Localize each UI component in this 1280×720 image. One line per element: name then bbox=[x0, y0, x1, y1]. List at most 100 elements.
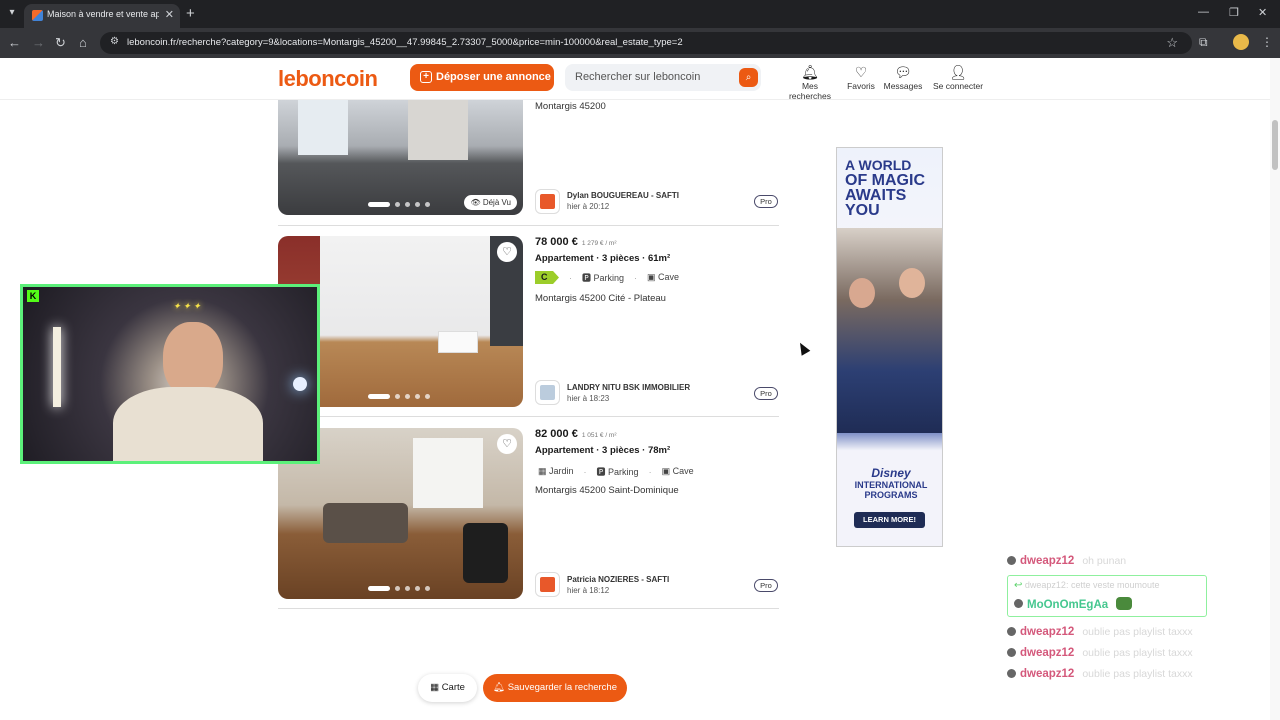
chat-reply-context: ↩ dweapz12: cette veste moumoute bbox=[1014, 580, 1160, 591]
extensions-icon[interactable]: ⧉ bbox=[1199, 35, 1208, 50]
parking-tag: 🅿︎ Parking bbox=[582, 273, 625, 283]
chat-badge-icon bbox=[1007, 556, 1016, 565]
nav-messages[interactable]: 💬︎ Messages bbox=[883, 63, 923, 91]
seller-name[interactable]: LANDRY NITU BSK IMMOBILIER bbox=[567, 383, 690, 392]
bell-icon: 🔔︎ bbox=[492, 682, 506, 693]
profile-avatar[interactable] bbox=[1233, 34, 1249, 50]
listing-price: 78 000 €1 279 € / m² bbox=[535, 236, 617, 248]
restore-icon[interactable]: ❐ bbox=[1229, 6, 1239, 19]
pro-badge: Pro bbox=[754, 387, 778, 400]
listing-location: Montargis 45200 Cité - Plateau bbox=[535, 293, 666, 304]
seller-logo bbox=[535, 572, 560, 597]
cellar-tag: ▣ Cave bbox=[647, 272, 680, 282]
listing-title[interactable]: Appartement · 3 pièces · 61m² bbox=[535, 253, 670, 264]
favorite-heart-icon[interactable]: ♡ bbox=[497, 434, 517, 454]
cellar-tag: ▣ Cave bbox=[661, 466, 694, 476]
site-info-icon[interactable]: ⚙ bbox=[110, 36, 119, 47]
heart-icon: ♡ bbox=[854, 64, 868, 80]
ad-learn-more-button[interactable]: LEARN MORE! bbox=[854, 512, 925, 528]
search-input[interactable]: Rechercher sur leboncoin ⌕ bbox=[565, 64, 761, 91]
leboncoin-logo[interactable]: leboncoin bbox=[278, 66, 378, 92]
seen-badge: 👁︎ Déjà Vu bbox=[464, 195, 517, 210]
browser-tab[interactable]: Maison à vendre et vente appa ✕ bbox=[24, 4, 180, 28]
browser-toolbar: ← → ↻ ⌂ ⚙ leboncoin.fr/recherche?categor… bbox=[0, 28, 1280, 58]
new-tab-icon[interactable]: + bbox=[186, 5, 195, 22]
window-light bbox=[298, 100, 348, 155]
post-ad-button[interactable]: + Déposer une annonce bbox=[410, 64, 554, 91]
listing-date: hier à 18:23 bbox=[567, 394, 610, 403]
bookmark-star-icon[interactable]: ☆ bbox=[1166, 35, 1178, 51]
lamp bbox=[293, 377, 307, 391]
person-face bbox=[899, 268, 925, 298]
save-search-label: Sauvegarder la recherche bbox=[507, 682, 618, 693]
garden-tag: ▦ Jardin bbox=[538, 466, 574, 476]
pro-badge: Pro bbox=[754, 195, 778, 208]
chat-message: dweapz12 oublie pas playlist taxxx bbox=[1007, 626, 1193, 638]
listing-location: Montargis 45200 bbox=[535, 101, 606, 112]
window-light bbox=[413, 438, 483, 508]
mouse-cursor-icon bbox=[795, 340, 811, 356]
favorite-heart-icon[interactable]: ♡ bbox=[497, 242, 517, 262]
nav-saved-searches[interactable]: 🔔︎ Mes recherches bbox=[781, 63, 839, 101]
energy-class: C bbox=[535, 271, 559, 284]
kitchen-area bbox=[408, 100, 468, 160]
more-menu-icon[interactable]: ⋮ bbox=[1261, 35, 1273, 49]
radiator bbox=[438, 331, 478, 353]
close-tab-icon[interactable]: ✕ bbox=[165, 8, 174, 21]
nav-login[interactable]: 👤︎ Se connecter bbox=[932, 63, 984, 91]
ad-brand: Disney INTERNATIONAL PROGRAMS bbox=[854, 466, 928, 500]
person-face bbox=[849, 278, 875, 308]
home-icon[interactable]: ⌂ bbox=[79, 35, 87, 50]
seller-name[interactable]: Patricia NOZIERES - SAFTI bbox=[567, 575, 669, 584]
ad-headline: A WORLD OF MAGIC AWAITS YOU bbox=[845, 157, 925, 219]
scrollbar-thumb[interactable] bbox=[1272, 120, 1278, 170]
listing-divider bbox=[278, 608, 779, 609]
neon-sign: ✦ ✦ ✦ bbox=[173, 301, 201, 311]
armchair bbox=[463, 523, 508, 583]
tab-list-icon[interactable]: ▾ bbox=[4, 5, 20, 21]
minimize-icon[interactable]: — bbox=[1198, 6, 1209, 18]
address-bar[interactable]: ⚙ leboncoin.fr/recherche?category=9&loca… bbox=[100, 32, 1192, 54]
nav-label: Se connecter bbox=[932, 81, 984, 91]
browser-tab-bar: ▾ Maison à vendre et vente appa ✕ + — ❐ … bbox=[0, 0, 1280, 28]
map-icon: ▦ bbox=[430, 682, 440, 693]
chat-badge-icon bbox=[1007, 648, 1016, 657]
listing-title[interactable]: Appartement · 3 pièces · 78m² bbox=[535, 445, 670, 456]
page-scrollbar[interactable] bbox=[1270, 58, 1280, 720]
listing-divider bbox=[278, 225, 779, 226]
seller-name[interactable]: Dylan BOUGUEREAU - SAFTI bbox=[567, 191, 679, 200]
favicon-icon bbox=[32, 10, 43, 21]
site-header: leboncoin + Déposer une annonce Recherch… bbox=[0, 58, 1270, 101]
reload-icon[interactable]: ↻ bbox=[55, 35, 66, 51]
nav-label: Mes recherches bbox=[788, 81, 832, 101]
search-placeholder: Rechercher sur leboncoin bbox=[575, 71, 701, 83]
chat-message: dweapz12 oublie pas playlist taxxx bbox=[1007, 647, 1193, 659]
streamer-head bbox=[163, 322, 223, 397]
streamer-webcam: K ✦ ✦ ✦ bbox=[20, 284, 320, 464]
light-bar bbox=[53, 327, 61, 407]
plus-icon: + bbox=[420, 71, 432, 83]
listing-price: 82 000 €1 051 € / m² bbox=[535, 428, 617, 440]
listing-date: hier à 20:12 bbox=[567, 202, 610, 211]
ad-photo bbox=[837, 228, 942, 433]
close-window-icon[interactable]: ✕ bbox=[1258, 6, 1267, 19]
map-label: Carte bbox=[441, 682, 465, 693]
listing-divider bbox=[278, 416, 779, 417]
save-search-button[interactable]: 🔔︎ Sauvegarder la recherche bbox=[483, 674, 627, 702]
back-icon[interactable]: ← bbox=[8, 35, 21, 50]
search-icon[interactable]: ⌕ bbox=[739, 68, 758, 87]
disney-ad-banner[interactable]: A WORLD OF MAGIC AWAITS YOU Disney INTER… bbox=[836, 147, 943, 547]
listing-photo[interactable]: 👁︎ Déjà Vu bbox=[278, 100, 523, 215]
chat-message: dweapz12 oublie pas playlist taxxx bbox=[1007, 668, 1193, 680]
post-ad-label: Déposer une annonce bbox=[436, 71, 551, 83]
forward-icon[interactable]: → bbox=[32, 35, 45, 50]
pro-badge: Pro bbox=[754, 579, 778, 592]
nav-favorites[interactable]: ♡ Favoris bbox=[844, 63, 878, 91]
tab-title: Maison à vendre et vente appa bbox=[47, 9, 159, 19]
seller-logo bbox=[535, 380, 560, 405]
chat-message: dweapz12 oh punan bbox=[1007, 555, 1126, 567]
url-text: leboncoin.fr/recherche?category=9&locati… bbox=[127, 37, 683, 48]
map-button[interactable]: ▦ Carte bbox=[418, 674, 477, 702]
chat-icon: 💬︎ bbox=[894, 64, 912, 80]
streamer-body bbox=[113, 387, 263, 461]
